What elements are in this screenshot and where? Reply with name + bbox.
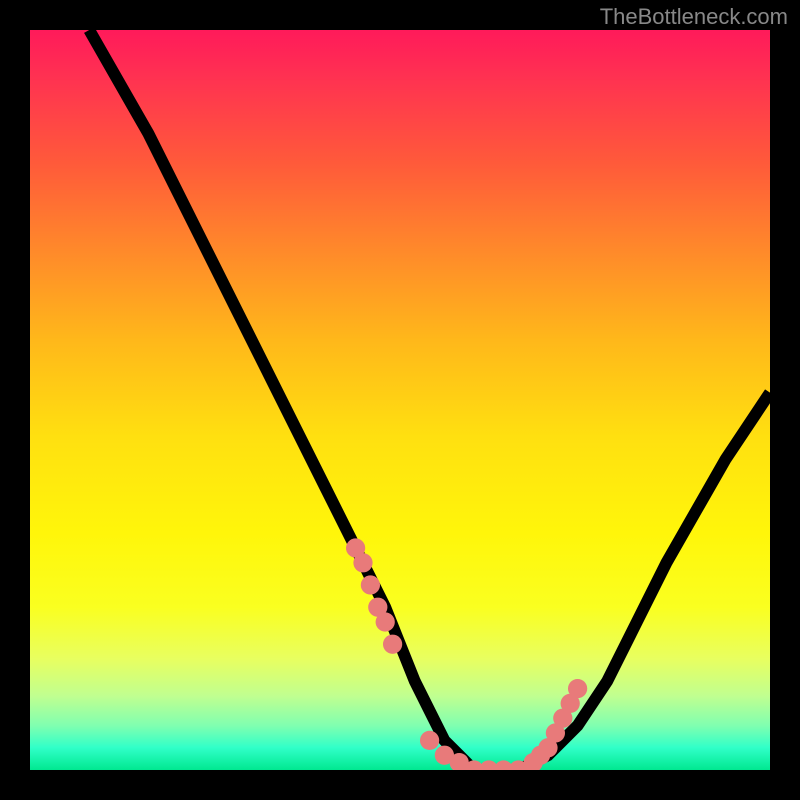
highlight-dot (450, 753, 469, 770)
bottleneck-curve-line (89, 30, 770, 770)
chart-plot-area (30, 30, 770, 770)
watermark-text: TheBottleneck.com (600, 4, 788, 30)
highlight-dot (479, 760, 498, 770)
highlight-dot (553, 709, 572, 728)
highlight-dot (383, 635, 402, 654)
highlight-dot (420, 731, 439, 750)
highlight-dot (368, 598, 387, 617)
highlight-dot (353, 553, 372, 572)
highlight-dot (376, 612, 395, 631)
highlight-dot (494, 760, 513, 770)
highlight-dot (561, 694, 580, 713)
highlight-dot (464, 760, 483, 770)
highlight-dot (546, 723, 565, 742)
highlight-dot (538, 738, 557, 757)
highlight-dot (509, 760, 528, 770)
highlight-dot (524, 753, 543, 770)
chart-svg (30, 30, 770, 770)
highlight-dot (346, 538, 365, 557)
highlight-dot (361, 575, 380, 594)
highlight-dot (531, 746, 550, 765)
highlight-dot (435, 746, 454, 765)
highlight-dots-group (346, 538, 587, 770)
highlight-dot (568, 679, 587, 698)
